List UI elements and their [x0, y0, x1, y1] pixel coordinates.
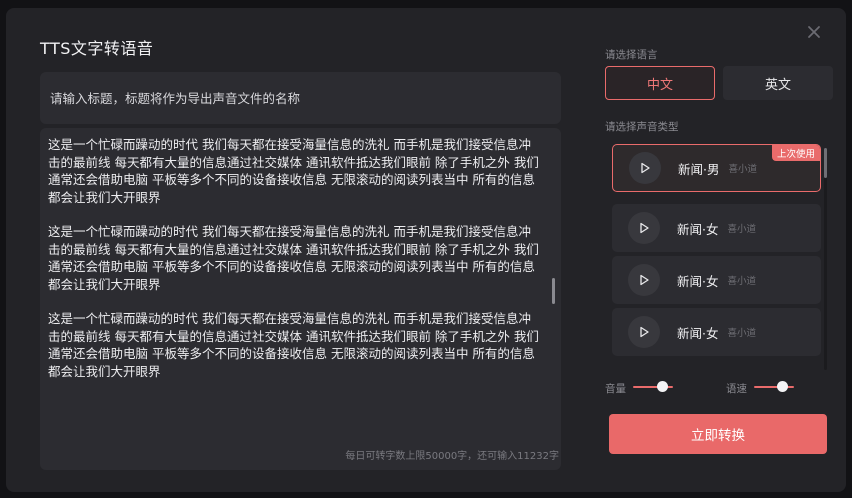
dialog-title: TTS文字转语音 [40, 39, 154, 58]
voice-item[interactable]: 新闻·女 喜小道 [612, 204, 821, 252]
play-icon[interactable] [629, 152, 661, 184]
voice-name: 新闻·女 [677, 325, 719, 341]
text-scrollbar[interactable] [552, 278, 555, 304]
tts-dialog: TTS文字转语音 这是一个忙碌而躁动的时代 我们每天都在接受海量信息的洗礼 而手… [6, 8, 846, 492]
volume-slider-thumb[interactable] [656, 381, 668, 392]
close-icon[interactable] [804, 22, 824, 42]
convert-button[interactable]: 立即转换 [609, 414, 827, 454]
language-label: 请选择语言 [605, 49, 658, 61]
voice-item[interactable]: 新闻·男 喜小道 上次使用 [612, 144, 821, 192]
text-paragraph: 这是一个忙碌而躁动的时代 我们每天都在接受海量信息的洗礼 而手机是我们接受信息冲… [48, 137, 539, 205]
title-input[interactable] [40, 72, 561, 124]
voice-item[interactable]: 新闻·女 喜小道 [612, 256, 821, 304]
voice-name: 新闻·女 [677, 273, 719, 289]
volume-label: 音量 [605, 383, 626, 395]
speed-slider-thumb[interactable] [777, 381, 788, 392]
char-count: 每日可转字数上限50000字，还可输入11232字 [345, 451, 559, 462]
voice-scrollbar-thumb[interactable] [824, 148, 827, 178]
text-area[interactable]: 这是一个忙碌而躁动的时代 我们每天都在接受海量信息的洗礼 而手机是我们接受信息冲… [40, 128, 561, 470]
language-option-english[interactable]: 英文 [723, 66, 833, 100]
language-option-chinese[interactable]: 中文 [605, 66, 715, 100]
voice-name: 新闻·女 [677, 221, 719, 237]
voice-label: 请选择声音类型 [605, 121, 679, 133]
speed-label: 语速 [726, 383, 747, 395]
last-used-badge: 上次使用 [771, 145, 820, 161]
play-icon[interactable] [628, 212, 660, 244]
voice-list: 新闻·男 喜小道 上次使用 新闻·女 喜小道 新闻·女 喜小道 新闻·女 喜小道 [612, 144, 821, 366]
play-icon[interactable] [628, 264, 660, 296]
text-paragraph: 这是一个忙碌而躁动的时代 我们每天都在接受海量信息的洗礼 而手机是我们接受信息冲… [48, 224, 539, 292]
play-icon[interactable] [628, 316, 660, 348]
voice-sub: 喜小道 [728, 164, 757, 175]
voice-item[interactable]: 新闻·女 喜小道 [612, 308, 821, 356]
voice-scrollbar[interactable] [824, 148, 827, 370]
speed-slider[interactable] [754, 386, 794, 388]
voice-sub: 喜小道 [727, 276, 756, 287]
text-paragraph: 这是一个忙碌而躁动的时代 我们每天都在接受海量信息的洗礼 而手机是我们接受信息冲… [48, 311, 539, 379]
voice-name: 新闻·男 [678, 161, 720, 177]
voice-sub: 喜小道 [727, 328, 756, 339]
voice-sub: 喜小道 [727, 224, 756, 235]
